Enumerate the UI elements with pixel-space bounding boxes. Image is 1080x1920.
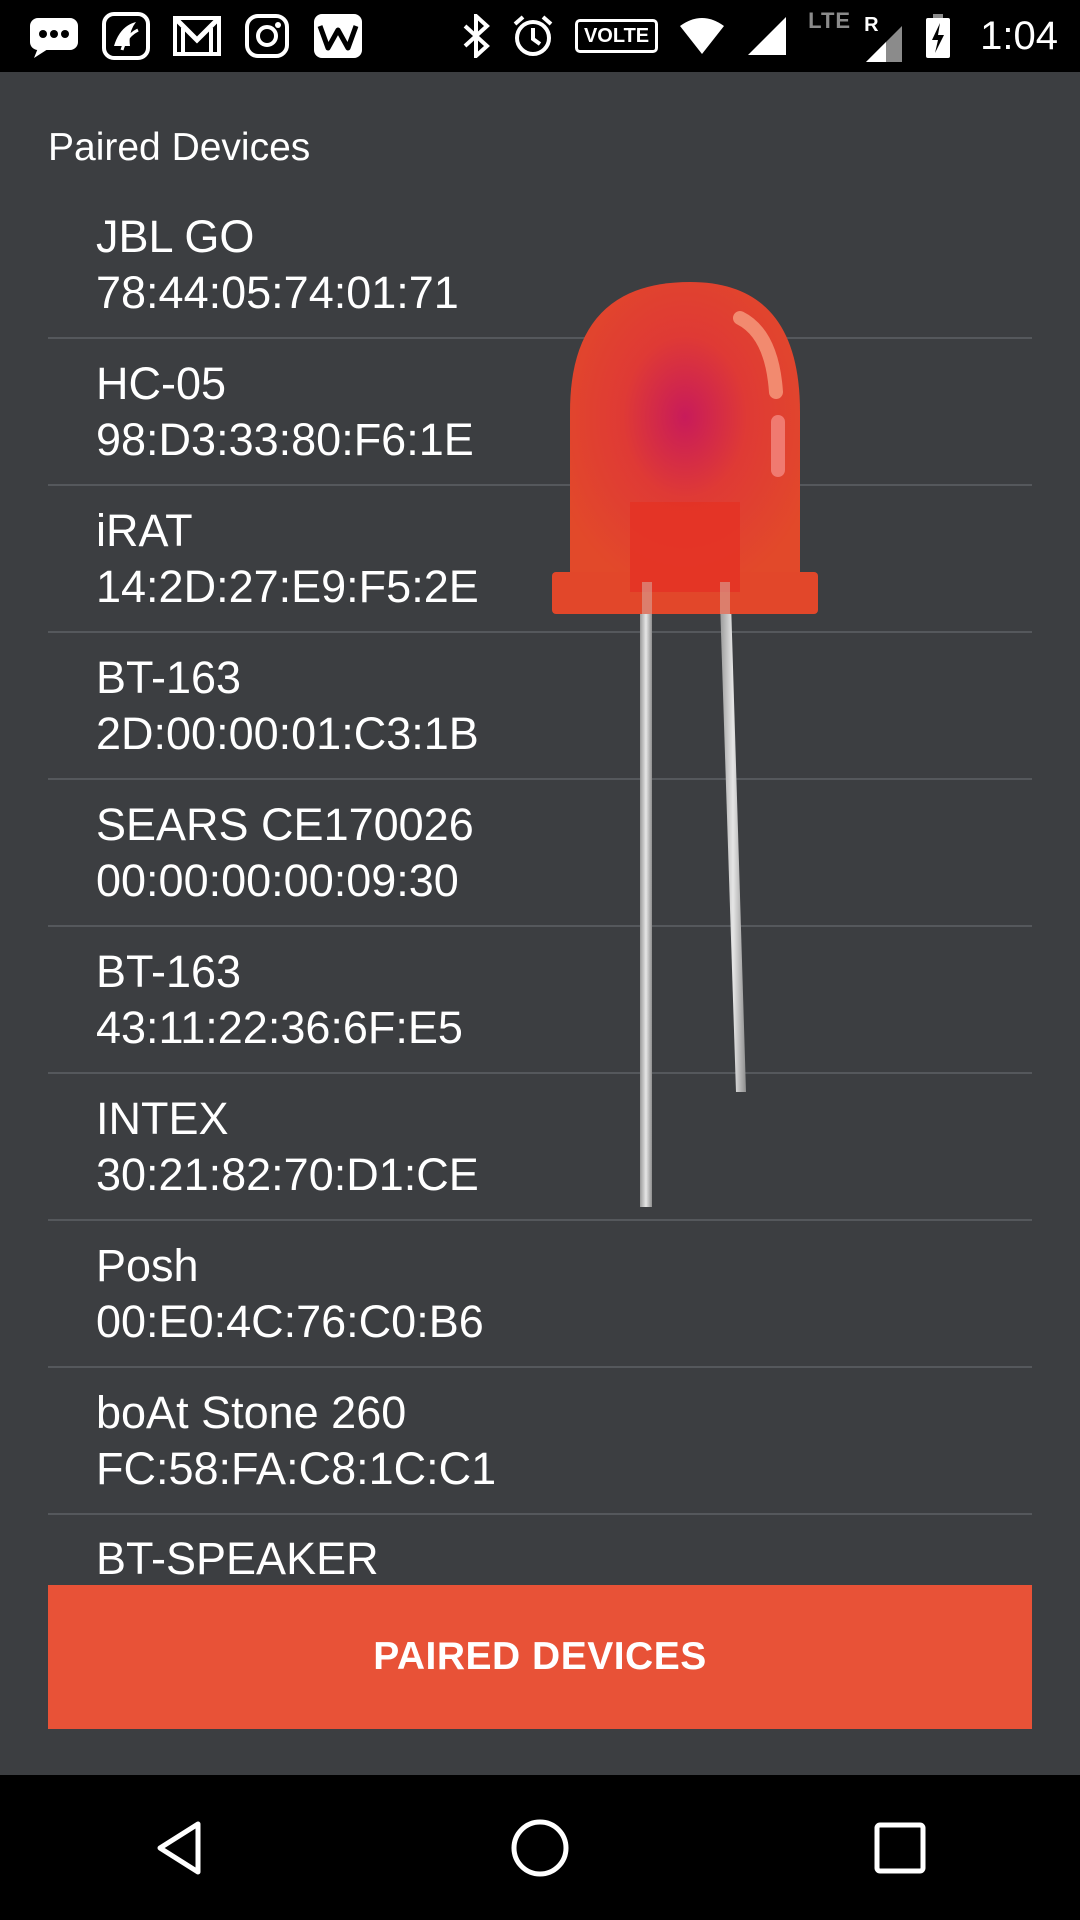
home-button[interactable] <box>480 1788 600 1908</box>
wifi-icon <box>678 16 726 56</box>
saavn-icon <box>102 12 150 60</box>
volte-icon: VOLTE <box>574 19 659 53</box>
home-icon <box>511 1819 569 1876</box>
device-address: 00:00:00:00:09:30 <box>96 854 459 906</box>
device-name: BT-163 <box>96 651 242 703</box>
device-address: 2D:00:00:01:C3:1B <box>96 707 479 759</box>
clock: 1:04 <box>980 13 1058 58</box>
device-address: 14:2D:27:E9:F5:2E <box>96 560 479 612</box>
lte-signal-icon: LTE R <box>808 8 904 64</box>
device-address: 00:E0:4C:76:C0:B6 <box>96 1295 484 1347</box>
alarm-icon <box>511 14 555 58</box>
device-address: FC:58:FA:C8:1C:C1 <box>96 1442 497 1494</box>
back-icon <box>157 1821 201 1874</box>
list-item[interactable]: boAt Stone 260 FC:58:FA:C8:1C:C1 <box>48 1368 1032 1515</box>
recents-button[interactable] <box>840 1788 960 1908</box>
device-address: 78:44:05:74:01:71 <box>96 266 459 318</box>
bluetooth-icon <box>461 14 491 58</box>
device-name: boAt Stone 260 <box>96 1386 407 1438</box>
status-bar: VOLTE LTE R 1:04 <box>0 0 1080 72</box>
wattpad-icon <box>312 12 364 60</box>
paired-devices-button[interactable]: PAIRED DEVICES <box>48 1585 1032 1729</box>
device-address: 98:D3:33:80:F6:1E <box>96 413 474 465</box>
device-name: SEARS CE170026 <box>96 798 474 850</box>
device-address: 30:21:82:70:D1:CE <box>96 1148 479 1200</box>
back-button[interactable] <box>120 1788 240 1908</box>
gmail-icon <box>172 14 222 58</box>
list-item[interactable]: iRAT 14:2D:27:E9:F5:2E <box>48 486 1032 633</box>
device-name: BT-163 <box>96 945 242 997</box>
device-name: iRAT <box>96 504 193 556</box>
device-address: 43:11:22:36:6F:E5 <box>96 1001 463 1053</box>
instagram-icon <box>244 13 290 59</box>
device-name: HC-05 <box>96 357 227 409</box>
system-icons: VOLTE LTE R 1:04 <box>461 8 1058 64</box>
device-name: JBL GO <box>96 210 255 262</box>
list-item[interactable]: JBL GO 78:44:05:74:01:71 <box>48 192 1032 339</box>
notification-icons <box>28 12 364 60</box>
lte-label: LTE <box>808 8 852 33</box>
messages-icon <box>28 14 80 58</box>
list-item[interactable]: HC-05 98:D3:33:80:F6:1E <box>48 339 1032 486</box>
list-item[interactable]: BT-163 43:11:22:36:6F:E5 <box>48 927 1032 1074</box>
section-title: Paired Devices <box>48 126 311 169</box>
list-item[interactable]: BT-163 2D:00:00:01:C3:1B <box>48 633 1032 780</box>
list-item[interactable]: SEARS CE170026 00:00:00:00:09:30 <box>48 780 1032 927</box>
device-name: BT-SPEAKER <box>96 1533 379 1584</box>
device-name: Posh <box>96 1239 199 1291</box>
battery-charging-icon <box>924 13 952 59</box>
list-item[interactable]: Posh 00:E0:4C:76:C0:B6 <box>48 1221 1032 1368</box>
list-item[interactable]: INTEX 30:21:82:70:D1:CE <box>48 1074 1032 1221</box>
recents-icon <box>874 1822 926 1873</box>
device-name: INTEX <box>96 1092 229 1144</box>
signal-icon <box>746 15 788 57</box>
paired-device-list[interactable]: JBL GO 78:44:05:74:01:71 HC-05 98:D3:33:… <box>48 192 1032 1642</box>
navigation-bar <box>0 1775 1080 1920</box>
main-content: Paired Devices JBL GO 78:44:05:74:01:71 … <box>0 72 1080 1775</box>
